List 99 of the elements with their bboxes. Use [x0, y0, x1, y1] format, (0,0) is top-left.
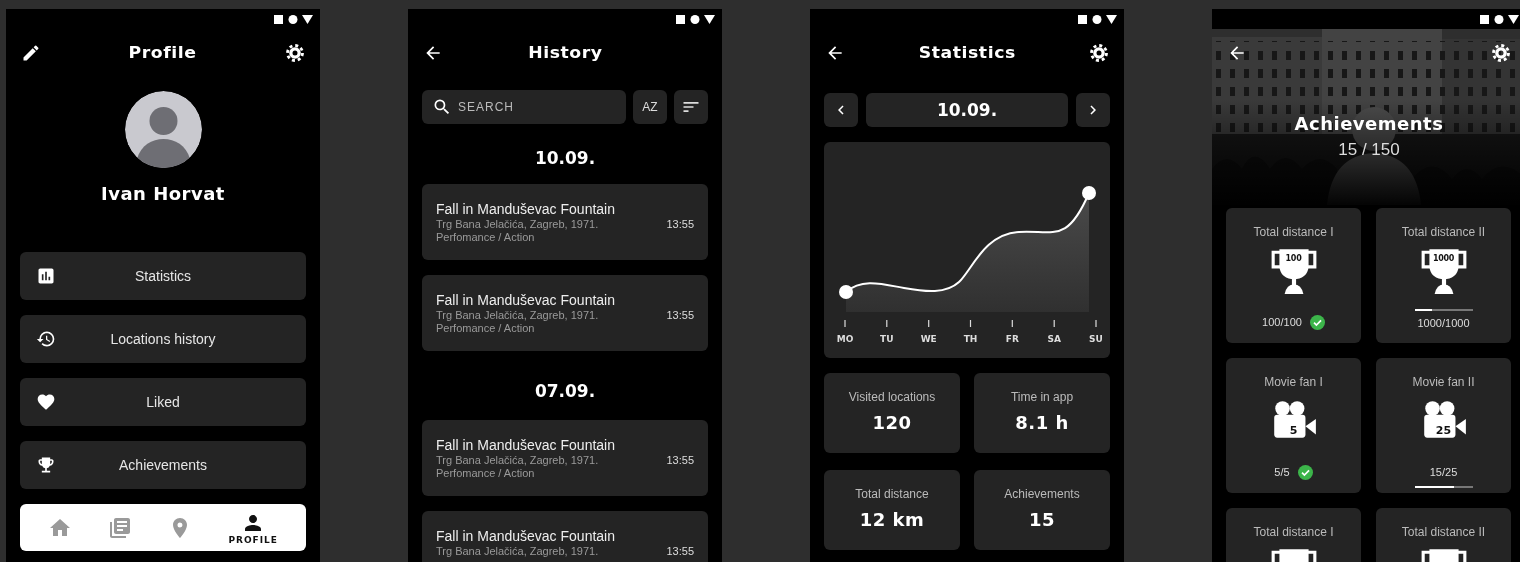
heart-icon [36, 392, 56, 412]
screen-title: Profile [128, 44, 198, 62]
achievement-card[interactable]: Movie fan II 25 15/25 [1376, 358, 1511, 493]
achievement-title: Total distance I [1253, 524, 1334, 540]
status-icons [274, 13, 314, 25]
date-heading: 10.09. [533, 147, 597, 170]
history-entry[interactable]: Fall in Manduševac Fountain Trg Bana Jelačića, Zagreb, 1971. Perfomance / Action 13:55 [422, 420, 708, 496]
menu-item[interactable]: Locations history [20, 315, 306, 363]
tick-mark [844, 319, 846, 328]
entry-address: Trg Bana Jelačića, Zagreb, 1971. [436, 309, 599, 322]
achievement-card[interactable]: Total distance I 100 100/100 [1226, 208, 1361, 343]
entry-title: Fall in Manduševac Fountain [436, 200, 615, 218]
chart-icon [36, 266, 56, 286]
profile-name: Ivan Horvat [100, 182, 226, 206]
stat-value: 8.1 h [1015, 412, 1069, 433]
pencil-icon [21, 43, 41, 63]
nav-tab[interactable] [108, 515, 133, 540]
check-icon [1297, 464, 1313, 480]
settings-icon [1491, 43, 1511, 63]
day-label: FR [1005, 334, 1019, 344]
stat-label: Total distance [855, 487, 929, 501]
day-label: SU [1089, 334, 1103, 344]
status-icons [1480, 13, 1520, 25]
badge-value: 100 [1284, 254, 1303, 263]
history-entry[interactable]: Fall in Manduševac Fountain Trg Bana Jelačića, Zagreb, 1971. Perfomance / Action 13:55 [422, 275, 708, 351]
settings-icon [285, 43, 305, 63]
achievement-title: Total distance I [1253, 224, 1334, 240]
stat-label: Time in app [1010, 390, 1074, 404]
date-heading: 07.09. [533, 380, 597, 403]
stat-value: 120 [872, 412, 912, 433]
entry-address: Trg Bana Jelačića, Zagreb, 1971. [436, 454, 599, 467]
entry-category: Perfomance / Action [436, 322, 535, 335]
progress-text: 15/25 [1429, 465, 1458, 480]
achievement-count: 15 / 150 [1338, 140, 1400, 160]
tick-mark [886, 319, 888, 328]
settings-icon [1089, 43, 1109, 63]
entry-title: Fall in Manduševac Fountain [436, 291, 615, 309]
achievement-card[interactable]: Movie fan I 5 5/5 [1226, 358, 1361, 493]
nav-tab[interactable]: PROFILE [228, 510, 278, 545]
day-label: SA [1047, 334, 1061, 344]
achievement-card[interactable]: Total distance II 1000 1000/1000 [1376, 208, 1511, 343]
settings-button[interactable] [284, 42, 306, 64]
next-button[interactable] [1076, 93, 1110, 127]
badge-value: 5 [1288, 424, 1299, 437]
stat-value: 12 km [859, 509, 925, 530]
stat-label: Visited locations [848, 390, 936, 404]
entry-title: Fall in Manduševac Fountain [436, 527, 615, 545]
entry-time: 13:55 [666, 309, 694, 321]
check-icon [1309, 314, 1325, 330]
entry-title: Fall in Manduševac Fountain [436, 436, 615, 454]
screen-title: Achievements [1294, 113, 1444, 134]
tick-mark [1095, 319, 1097, 328]
tick-mark [1053, 319, 1055, 328]
progress-text: 5/5 [1274, 465, 1290, 480]
progress-text: 1000/1000 [1417, 316, 1470, 331]
entry-address: Trg Bana Jelačića, Zagreb, 1971. [436, 545, 599, 558]
tick-mark [928, 319, 930, 328]
achievement-title: Total distance II [1401, 524, 1486, 540]
progress-text: 100/100 [1262, 315, 1302, 330]
achievement-title: Total distance II [1401, 224, 1486, 240]
entry-category: Perfomance / Action [436, 467, 535, 480]
achievement-card[interactable]: Total distance I [1226, 508, 1361, 562]
screen-title: History [527, 44, 603, 62]
menu-item[interactable]: Liked [20, 378, 306, 426]
status-icons [1078, 13, 1118, 25]
stat-label: Achievements [1004, 487, 1080, 501]
day-label: TH [963, 334, 978, 344]
search-field[interactable]: SEARCH [422, 90, 626, 124]
sort-alphabetical-button[interactable]: AZ [633, 90, 667, 124]
menu-item[interactable]: Achievements [20, 441, 306, 489]
settings-button[interactable] [1088, 42, 1110, 64]
entry-category: Perfomance / Action [436, 231, 535, 244]
achievement-title: Movie fan I [1264, 374, 1323, 390]
news-icon [108, 515, 133, 540]
day-label: TU [880, 334, 894, 344]
date-display: 10.09. [866, 93, 1068, 127]
day-label: WE [920, 334, 937, 344]
screen-title: Statistics [918, 44, 1016, 62]
tick-mark [969, 319, 972, 328]
menu-item[interactable]: Statistics [20, 252, 306, 300]
entry-time: 13:55 [666, 218, 694, 230]
trophy-icon [36, 455, 56, 475]
badge-value: 25 [1434, 424, 1453, 437]
sort-button[interactable] [674, 90, 708, 124]
stat-value: 15 [1028, 509, 1056, 530]
history-entry[interactable]: Fall in Manduševac Fountain Trg Bana Jelačića, Zagreb, 1971. Perfomance / Action 13:55 [422, 184, 708, 260]
entry-time: 13:55 [666, 454, 694, 466]
history-icon [36, 329, 56, 349]
achievement-title: Movie fan II [1412, 374, 1475, 390]
previous-button[interactable] [824, 93, 858, 127]
settings-button[interactable] [1490, 42, 1512, 64]
status-icons [676, 13, 716, 25]
entry-time: 13:55 [666, 545, 694, 557]
day-label: MO [836, 334, 854, 344]
entry-address: Trg Bana Jelačića, Zagreb, 1971. [436, 218, 599, 231]
tick-mark [1011, 319, 1013, 328]
badge-value: 1000 [1431, 254, 1456, 263]
achievement-card[interactable]: Total distance II [1376, 508, 1511, 562]
history-entry[interactable]: Fall in Manduševac Fountain Trg Bana Jelačića, Zagreb, 1971. 13:55 [422, 511, 708, 562]
